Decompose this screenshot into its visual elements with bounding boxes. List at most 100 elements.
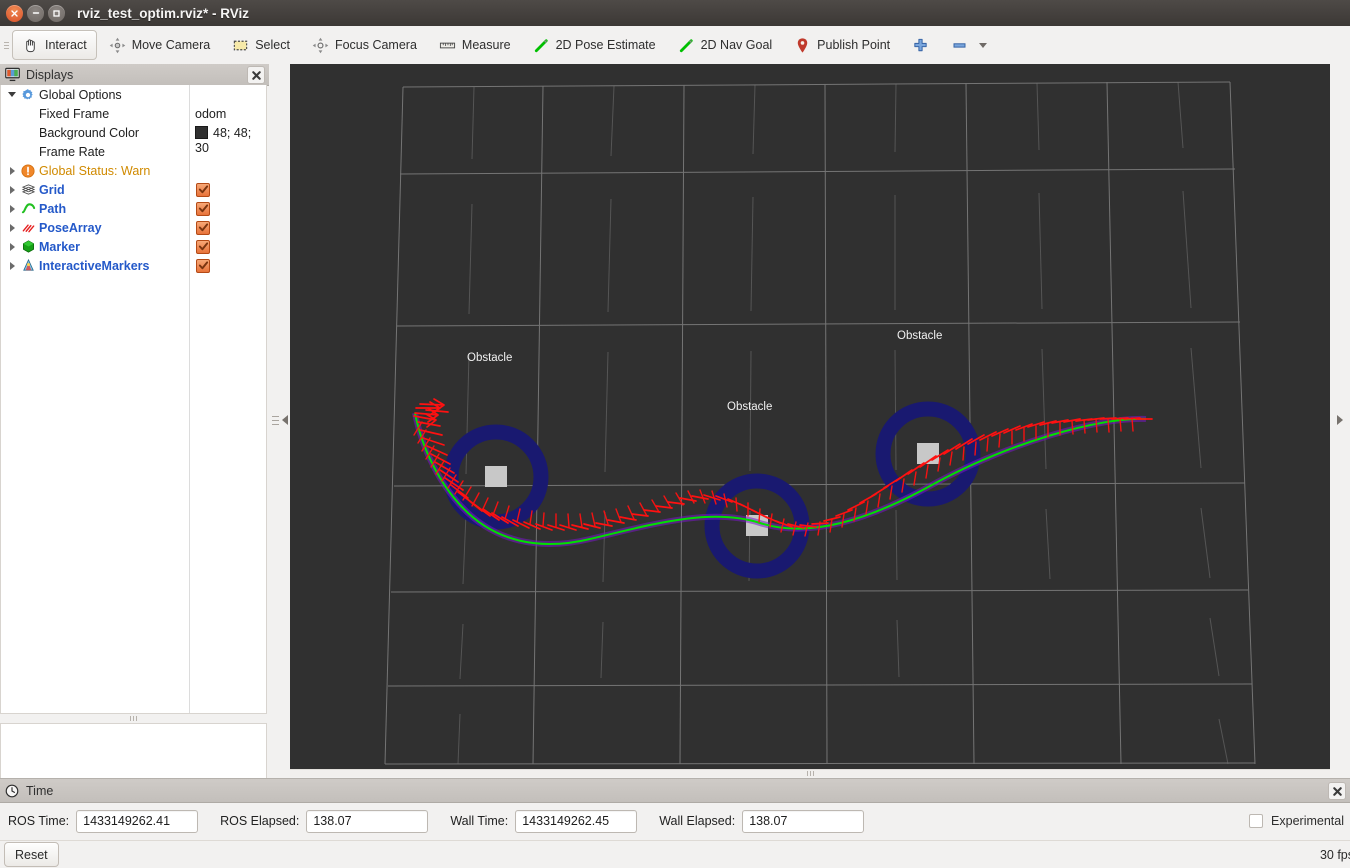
expand-arrow-icon[interactable] <box>5 85 19 104</box>
tree-row-global-options[interactable]: Global Options <box>1 85 266 104</box>
tool-focus-camera-label: Focus Camera <box>334 38 417 52</box>
expand-arrow-icon[interactable] <box>5 218 19 237</box>
warning-icon <box>19 162 37 180</box>
toolbar-drag-handle[interactable] <box>1 26 11 64</box>
tree-row-interactive-markers[interactable]: InteractiveMarkers <box>1 256 266 275</box>
tree-row-grid[interactable]: Grid <box>1 180 266 199</box>
wall-elapsed-label: Wall Elapsed: <box>659 814 736 828</box>
close-icon <box>1332 786 1342 796</box>
experimental-checkbox[interactable] <box>1249 814 1264 828</box>
monitor-icon <box>5 67 20 82</box>
time-panel: Time ROS Time: 1433149262.41 ROS Elapsed… <box>0 778 1350 868</box>
green-arrow-icon <box>679 38 693 52</box>
left-splitter[interactable] <box>269 64 290 776</box>
grid-enabled-checkbox[interactable] <box>196 182 210 197</box>
background-color-value[interactable]: 48; 48; <box>195 126 251 140</box>
frame-rate-value[interactable]: 30 <box>195 141 209 155</box>
render-canvas: Obstacle Obstacle Obstacle <box>290 64 1330 769</box>
experimental-label: Experimental <box>1271 814 1344 828</box>
tree-label: Frame Rate <box>39 144 105 159</box>
gear-icon <box>19 86 37 104</box>
displays-panel-title: Displays <box>26 67 74 82</box>
render-bottom-grip[interactable] <box>290 769 1330 777</box>
expand-arrow-icon[interactable] <box>5 199 19 218</box>
path-enabled-checkbox[interactable] <box>196 201 210 216</box>
ruler-icon <box>439 42 455 48</box>
right-splitter[interactable] <box>1330 64 1350 776</box>
tree-row-background-color[interactable]: Background Color 48; 48; <box>1 123 266 142</box>
tree-row-global-status[interactable]: Global Status: Warn <box>1 161 266 180</box>
add-tool-button[interactable] <box>902 30 939 60</box>
wall-time-input[interactable]: 1433149262.45 <box>515 809 638 833</box>
plus-icon <box>914 38 927 51</box>
reset-button[interactable]: Reset <box>4 842 59 867</box>
ros-time-label: ROS Time: <box>8 814 70 828</box>
ros-elapsed-label: ROS Elapsed: <box>220 814 300 828</box>
time-panel-header: Time <box>0 778 1350 803</box>
window-minimize-button[interactable] <box>27 4 44 22</box>
tool-publish-point-label: Publish Point <box>817 38 891 52</box>
tree-row-posearray[interactable]: PoseArray <box>1 218 266 237</box>
tree-label: Global Options <box>39 87 122 102</box>
ros-time-input[interactable]: 1433149262.41 <box>76 809 199 833</box>
green-arrow-icon <box>534 38 548 52</box>
window-maximize-button[interactable] <box>48 4 65 22</box>
tree-no-icon <box>19 124 37 142</box>
color-swatch <box>195 126 208 139</box>
interactive-markers-enabled-checkbox[interactable] <box>196 258 210 273</box>
tool-select[interactable]: Select <box>222 30 300 60</box>
tool-2d-nav-goal[interactable]: 2D Nav Goal <box>668 30 783 60</box>
tool-interact[interactable]: Interact <box>12 30 97 60</box>
expand-arrow-icon[interactable] <box>5 256 19 275</box>
expand-arrow-icon[interactable] <box>5 237 19 256</box>
minimize-icon <box>32 12 39 14</box>
hand-cursor-icon <box>26 38 35 52</box>
tree-label: Marker <box>39 239 80 254</box>
tool-move-camera[interactable]: Move Camera <box>99 30 221 60</box>
select-rectangle-icon <box>233 40 248 50</box>
tree-label: Grid <box>39 182 65 197</box>
render-view-3d[interactable]: Obstacle Obstacle Obstacle <box>290 64 1330 769</box>
time-fields-row: ROS Time: 1433149262.41 ROS Elapsed: 138… <box>0 802 1350 841</box>
tool-focus-camera[interactable]: Focus Camera <box>302 30 427 60</box>
tool-2d-pose-estimate[interactable]: 2D Pose Estimate <box>523 30 666 60</box>
tool-publish-point[interactable]: Publish Point <box>784 30 900 60</box>
experimental-toggle[interactable]: Experimental <box>1249 802 1344 840</box>
collapse-right-arrow-icon[interactable] <box>1337 415 1343 425</box>
frame-rate-text: 30 <box>195 141 209 155</box>
tree-row-fixed-frame[interactable]: Fixed Frame odom <box>1 104 266 123</box>
posearray-enabled-checkbox[interactable] <box>196 220 210 235</box>
marker-enabled-checkbox[interactable] <box>196 239 210 254</box>
expand-arrow-icon[interactable] <box>5 180 19 199</box>
window-close-button[interactable] <box>6 4 23 22</box>
clock-icon <box>5 784 19 797</box>
collapse-left-arrow-icon[interactable] <box>281 415 288 425</box>
ros-elapsed-input[interactable]: 138.07 <box>306 809 429 833</box>
focus-camera-icon <box>312 37 329 53</box>
expand-arrow-icon[interactable] <box>5 161 19 180</box>
fixed-frame-value[interactable]: odom <box>195 107 226 121</box>
wall-elapsed-input[interactable]: 138.07 <box>742 809 865 833</box>
tool-measure[interactable]: Measure <box>429 30 521 60</box>
interactive-markers-icon <box>19 257 37 275</box>
tree-row-frame-rate[interactable]: Frame Rate 30 <box>1 141 266 161</box>
tree-row-marker[interactable]: Marker <box>1 237 266 256</box>
tree-row-path[interactable]: Path <box>1 199 266 218</box>
time-close-button[interactable] <box>1328 782 1346 800</box>
grid-icon <box>19 181 37 199</box>
window-titlebar: rviz_test_optim.rviz* - RViz <box>0 0 1350 26</box>
tool-move-camera-label: Move Camera <box>131 38 211 52</box>
fps-indicator: 30 fps <box>1319 847 1350 862</box>
panel-splitter-handle[interactable] <box>0 714 267 723</box>
chevron-down-icon[interactable] <box>979 42 988 48</box>
obstacle-label: Obstacle <box>727 401 772 413</box>
tree-label: Path <box>39 201 67 216</box>
displays-panel-header: Displays <box>0 64 269 86</box>
remove-tool-button[interactable] <box>941 30 997 60</box>
tree-label: Fixed Frame <box>39 106 110 121</box>
displays-close-button[interactable] <box>247 66 265 84</box>
displays-tree[interactable]: Global Options Fixed Frame odom Backgrou… <box>0 85 267 714</box>
